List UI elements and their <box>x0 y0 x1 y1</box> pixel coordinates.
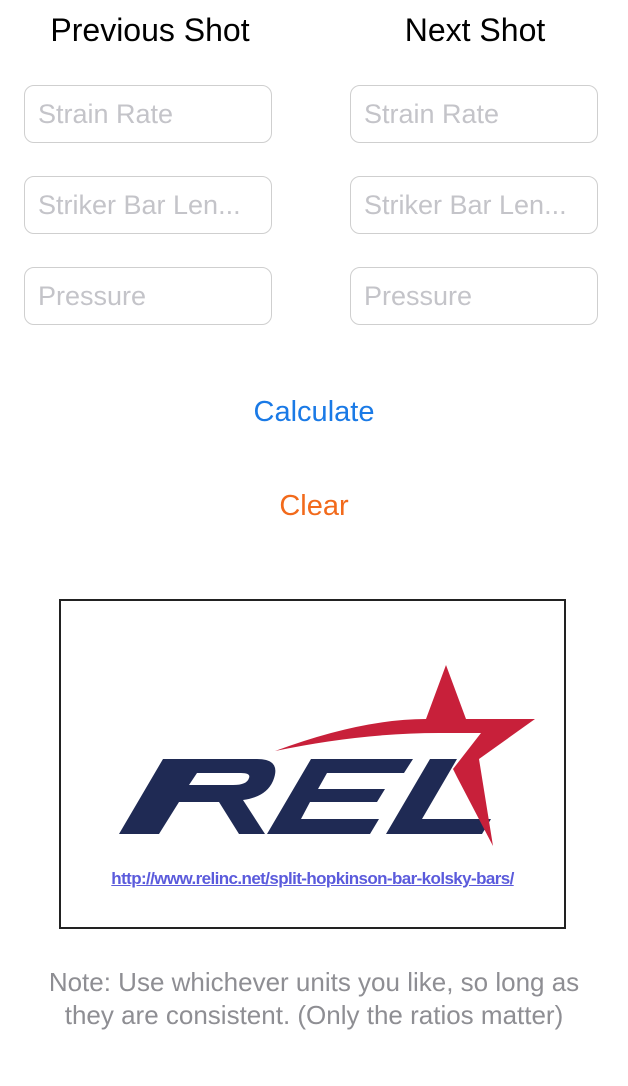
rel-wordmark <box>119 759 491 834</box>
next-striker-bar-length-field[interactable] <box>350 176 598 234</box>
next-striker-bar-length-input[interactable] <box>351 177 597 233</box>
previous-striker-bar-length-input[interactable] <box>25 177 271 233</box>
previous-strain-rate-input[interactable] <box>25 86 271 142</box>
clear-button[interactable]: Clear <box>0 490 628 523</box>
units-note: Note: Use whichever units you like, so l… <box>48 967 580 1030</box>
previous-shot-title: Previous Shot <box>50 12 250 48</box>
next-strain-rate-input[interactable] <box>351 86 597 142</box>
next-pressure-input[interactable] <box>351 268 597 324</box>
relinc-link[interactable]: http://www.relinc.net/split-hopkinson-ba… <box>61 869 564 889</box>
previous-pressure-input[interactable] <box>25 268 271 324</box>
previous-pressure-field[interactable] <box>24 267 272 325</box>
previous-striker-bar-length-field[interactable] <box>24 176 272 234</box>
rel-letter-e <box>267 759 413 834</box>
next-shot-title: Next Shot <box>404 12 546 48</box>
previous-strain-rate-field[interactable] <box>24 85 272 143</box>
next-pressure-field[interactable] <box>350 267 598 325</box>
rel-logo-image[interactable]: http://www.relinc.net/split-hopkinson-ba… <box>59 599 566 929</box>
calculate-button[interactable]: Calculate <box>0 396 628 429</box>
next-strain-rate-field[interactable] <box>350 85 598 143</box>
rel-letter-r <box>119 759 276 834</box>
